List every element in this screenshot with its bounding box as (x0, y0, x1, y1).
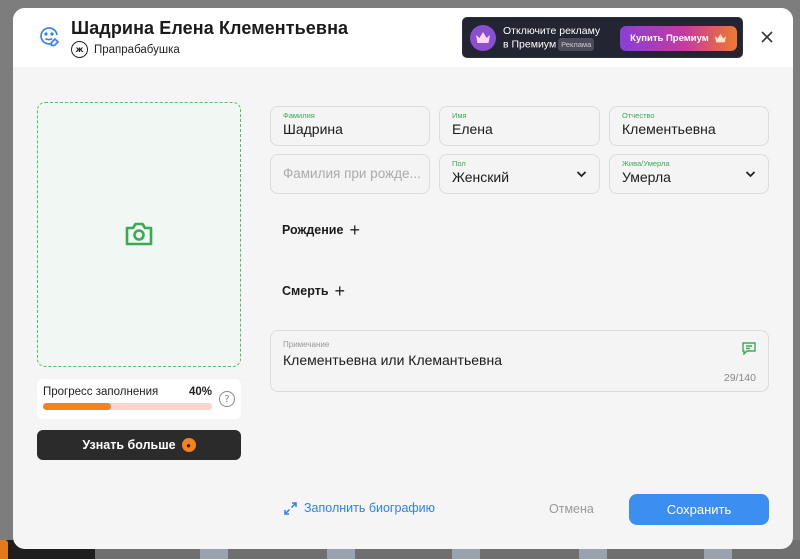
premium-ad-banner[interactable]: Отключите рекламу в Премиум Реклама Купит… (462, 17, 743, 58)
fill-progress-card: Прогресс заполнения 40% ? (37, 379, 241, 419)
camera-icon (125, 222, 153, 246)
patronymic-label: Отчество (622, 111, 655, 120)
plus-icon: + (349, 220, 360, 240)
chevron-down-icon (576, 171, 587, 178)
promo-line-1: Отключите рекламу (503, 25, 601, 37)
relation-info: ж Прапрабабушка (71, 41, 180, 58)
birth-section-toggle[interactable]: Рождение + (282, 220, 360, 240)
help-icon[interactable]: ? (219, 391, 235, 407)
surname-field[interactable]: Фамилия Шадрина (270, 106, 430, 146)
cancel-button[interactable]: Отмена (549, 502, 594, 516)
patronymic-value: Клементьевна (622, 121, 716, 137)
relation-label: Прапрабабушка (94, 43, 180, 56)
photo-upload-area[interactable] (37, 102, 241, 367)
progress-bar-fill (43, 403, 111, 410)
birth-section-label: Рождение (282, 223, 344, 237)
patronymic-field[interactable]: Отчество Клементьевна (609, 106, 769, 146)
buy-premium-button[interactable]: Купить Премиум (620, 26, 737, 51)
life-status-value: Умерла (622, 169, 671, 185)
maiden-name-placeholder: Фамилия при рожде... (283, 166, 421, 181)
maiden-name-field[interactable]: Фамилия при рожде... (270, 154, 430, 194)
first-name-field[interactable]: Имя Елена (439, 106, 600, 146)
progress-percent: 40% (189, 386, 213, 398)
plus-icon: + (334, 281, 346, 301)
background-orange-tab (0, 540, 8, 559)
note-char-counter: 29/140 (723, 372, 756, 384)
promo-line-2: в Премиум (503, 38, 557, 51)
save-button[interactable]: Сохранить (629, 494, 769, 525)
person-full-name: Шадрина Елена Клементьевна (71, 18, 349, 38)
death-section-label: Смерть (282, 284, 329, 298)
life-status-label: Жива/Умерла (622, 159, 670, 168)
note-label: Примечание (283, 340, 330, 349)
crown-small-icon (714, 33, 726, 43)
modal-header: Шадрина Елена Клементьевна ж Прапрабабуш… (13, 8, 793, 67)
gender-label: Пол (452, 159, 466, 168)
progress-bar-track (43, 403, 212, 410)
note-value: Клементьевна или Клемантьевна (283, 352, 502, 368)
learn-more-button[interactable]: Узнать больше ● (37, 430, 241, 460)
learn-more-label: Узнать больше (82, 438, 176, 452)
buy-premium-label: Купить Премиум (630, 33, 709, 44)
promo-text: Отключите рекламу в Премиум Реклама (503, 25, 600, 51)
person-edit-icon (40, 27, 60, 47)
crown-icon (470, 25, 496, 51)
progress-label: Прогресс заполнения (43, 386, 159, 398)
gender-value: Женский (452, 169, 510, 185)
chevron-down-icon (745, 171, 756, 178)
surname-value: Шадрина (283, 121, 343, 137)
fill-biography-label: Заполнить биографию (304, 501, 436, 515)
ad-tag: Реклама (558, 38, 595, 51)
life-status-select[interactable]: Жива/Умерла Умерла (609, 154, 769, 194)
first-name-value: Елена (452, 121, 493, 137)
note-textarea[interactable]: Примечание Клементьевна или Клемантьевна… (270, 330, 769, 392)
close-icon[interactable] (759, 29, 775, 45)
death-section-toggle[interactable]: Смерть + (282, 281, 346, 301)
gender-select[interactable]: Пол Женский (439, 154, 600, 194)
surname-label: Фамилия (283, 111, 315, 120)
first-name-label: Имя (452, 111, 467, 120)
female-badge-icon: ж (71, 41, 88, 58)
expand-arrows-icon (284, 501, 297, 515)
edit-person-modal: Шадрина Елена Клементьевна ж Прапрабабуш… (13, 8, 793, 549)
coin-icon: ● (181, 438, 196, 452)
comment-icon (742, 342, 756, 355)
fill-biography-link[interactable]: Заполнить биографию (284, 501, 435, 515)
